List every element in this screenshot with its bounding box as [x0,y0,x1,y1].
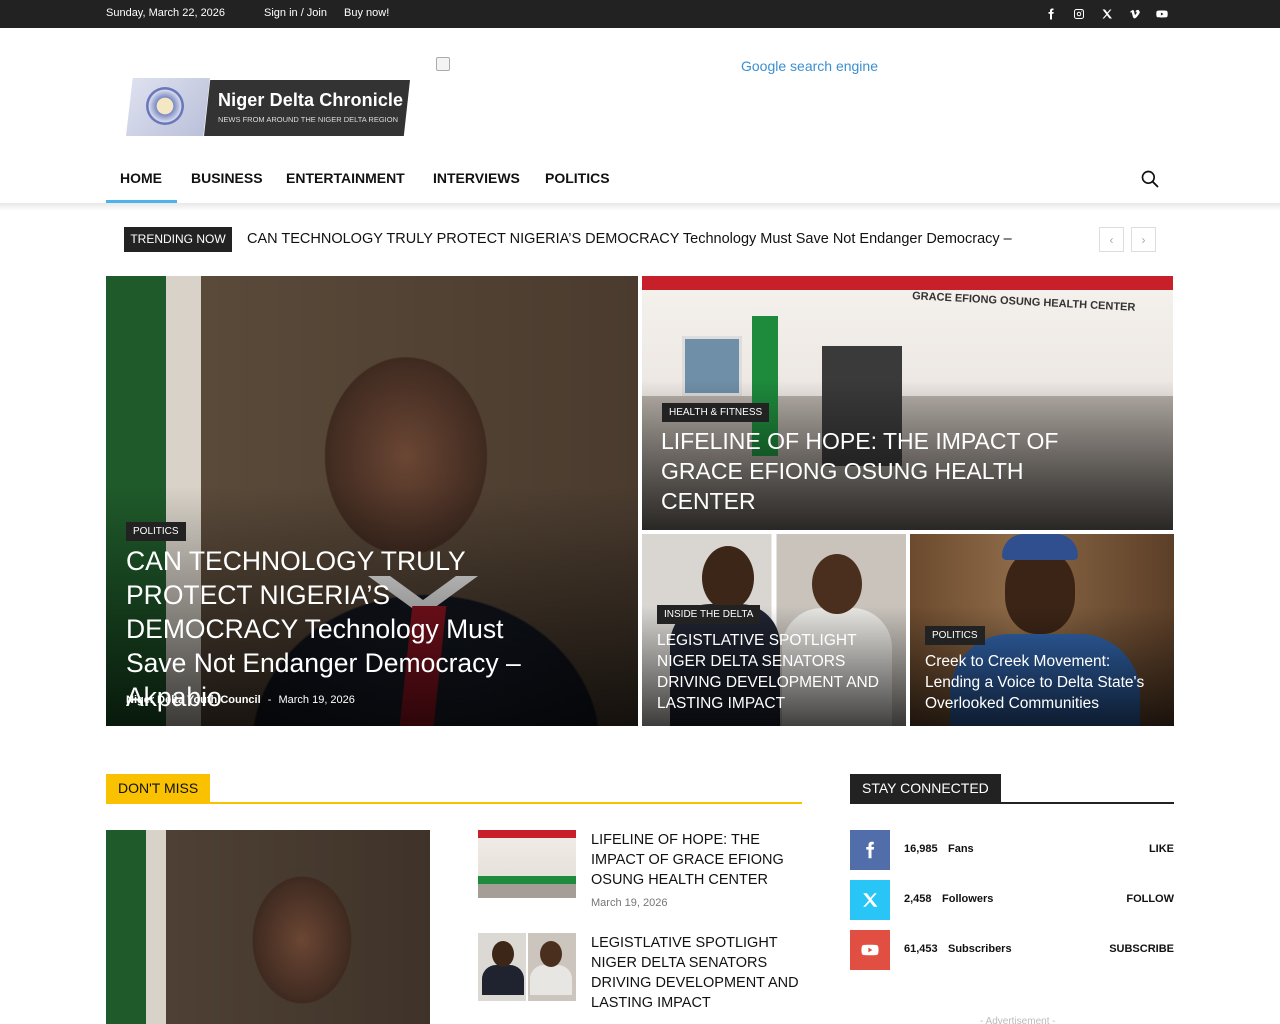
nav-shadow [0,203,1280,211]
stay-connected-label: STAY CONNECTED [850,774,1001,802]
hero-creek-title[interactable]: Creek to Creek Movement: Lending a Voice… [925,651,1165,714]
logo-badge [126,78,210,136]
dont-miss-title-health[interactable]: LIFELINE OF HOPE: THE IMPACT OF GRACE EF… [591,830,801,890]
facebook-icon[interactable] [1043,6,1059,22]
youtube-subscribe-button[interactable]: SUBSCRIBE [1109,943,1174,955]
stay-connected-header: STAY CONNECTED [850,774,1174,804]
hero-main-date: March 19, 2026 [278,694,355,706]
trending-next-button[interactable]: › [1131,227,1156,252]
thumb-face2 [540,941,562,967]
x-icon[interactable] [1099,6,1115,22]
search-icon[interactable] [1140,169,1160,189]
thumb-face1 [492,941,514,967]
logo-subtitle: NEWS FROM AROUND THE NIGER DELTA REGION [218,115,399,124]
hero-senators-title[interactable]: LEGISTLATIVE SPOTLIGHT NIGER DELTA SENAT… [657,630,897,714]
hero-senators-category[interactable]: INSIDE THE DELTA [657,605,761,624]
youtube-icon[interactable] [850,930,890,970]
trending-headline[interactable]: CAN TECHNOLOGY TRULY PROTECT NIGERIA’S D… [247,231,1012,247]
ad-banner-alt-text[interactable]: Google search engine [741,58,878,74]
buy-now-link[interactable]: Buy now! [344,7,389,19]
nav-home[interactable]: HOME [120,170,162,186]
hero-main-category[interactable]: POLITICS [126,522,186,541]
facebook-icon[interactable] [850,830,890,870]
hero-health-article[interactable]: GRACE EFIONG OSUNG HEALTH CENTER HEALTH … [642,276,1173,530]
nav-business[interactable]: BUSINESS [191,170,263,186]
x-follow-button[interactable]: FOLLOW [1126,893,1174,905]
broken-image-icon [436,57,450,71]
stay-connected-underline [850,802,1174,804]
current-date: Sunday, March 22, 2026 [106,7,226,19]
dont-miss-header: DON'T MISS [106,774,802,804]
youtube-icon[interactable] [1154,6,1170,22]
dont-miss-featured-image[interactable] [106,830,430,1024]
dont-miss-underline [106,802,802,804]
advertisement-label: - Advertisement - [980,1016,1056,1024]
thumb-person2 [530,965,572,995]
trending-prev-button[interactable]: ‹ [1099,227,1124,252]
trending-label: TRENDING NOW [124,227,232,252]
top-bar: Sunday, March 22, 2026 Sign in / Join Bu… [0,0,1280,28]
hero-main-title[interactable]: CAN TECHNOLOGY TRULY PROTECT NIGERIA’S D… [126,544,546,714]
hero-main-article[interactable]: POLITICS CAN TECHNOLOGY TRULY PROTECT NI… [106,276,638,726]
vimeo-icon[interactable] [1127,6,1143,22]
logo-title: Niger Delta Chronicle [218,90,404,110]
dont-miss-title-senators[interactable]: LEGISTLATIVE SPOTLIGHT NIGER DELTA SENAT… [591,933,801,1013]
instagram-icon[interactable] [1071,6,1087,22]
hero-main-meta: Niger Delta Youth Council - March 19, 20… [126,694,355,706]
hero-senators-image-face1 [702,546,754,610]
youtube-unit: Subscribers [948,943,1012,955]
site-logo[interactable]: Niger Delta Chronicle NEWS FROM AROUND T… [126,78,410,136]
hero-creek-category[interactable]: POLITICS [925,626,985,645]
dont-miss-label: DON'T MISS [106,774,211,802]
facebook-unit: Fans [948,843,974,855]
sign-in-link[interactable]: Sign in / Join [264,7,327,19]
dont-miss-thumb-senators[interactable] [478,933,576,1001]
social-row-x[interactable]: 2,458 Followers FOLLOW [850,880,1174,920]
hero-health-title[interactable]: LIFELINE OF HOPE: THE IMPACT OF GRACE EF… [661,426,1081,516]
hero-health-image-sign: GRACE EFIONG OSUNG HEALTH CENTER [911,290,1136,314]
nav-politics[interactable]: POLITICS [545,170,610,186]
thumb-person1 [482,965,524,995]
hero-creek-article[interactable]: POLITICS Creek to Creek Movement: Lendin… [910,534,1174,726]
dont-miss-date-health: March 19, 2026 [591,897,668,909]
facebook-count: 16,985 [904,843,938,855]
logo-seal-icon [146,87,184,125]
meta-separator: - [267,694,272,706]
facebook-like-button[interactable]: LIKE [1149,843,1174,855]
hero-health-category[interactable]: HEALTH & FITNESS [662,403,770,422]
social-row-facebook[interactable]: 16,985 Fans LIKE [850,830,1174,870]
hero-senators-image-face2 [812,554,862,614]
hero-creek-image-cap [1002,534,1078,560]
hero-main-author[interactable]: Niger Delta Youth Council [126,694,261,706]
youtube-count: 61,453 [904,943,938,955]
nav-interviews[interactable]: INTERVIEWS [433,170,520,186]
social-row-youtube[interactable]: 61,453 Subscribers SUBSCRIBE [850,930,1174,970]
x-count: 2,458 [904,893,932,905]
x-unit: Followers [942,893,994,905]
nav-entertainment[interactable]: ENTERTAINMENT [286,170,405,186]
dont-miss-thumb-health[interactable] [478,830,576,898]
x-icon[interactable] [850,880,890,920]
hero-senators-article[interactable]: INSIDE THE DELTA LEGISTLATIVE SPOTLIGHT … [642,534,906,726]
